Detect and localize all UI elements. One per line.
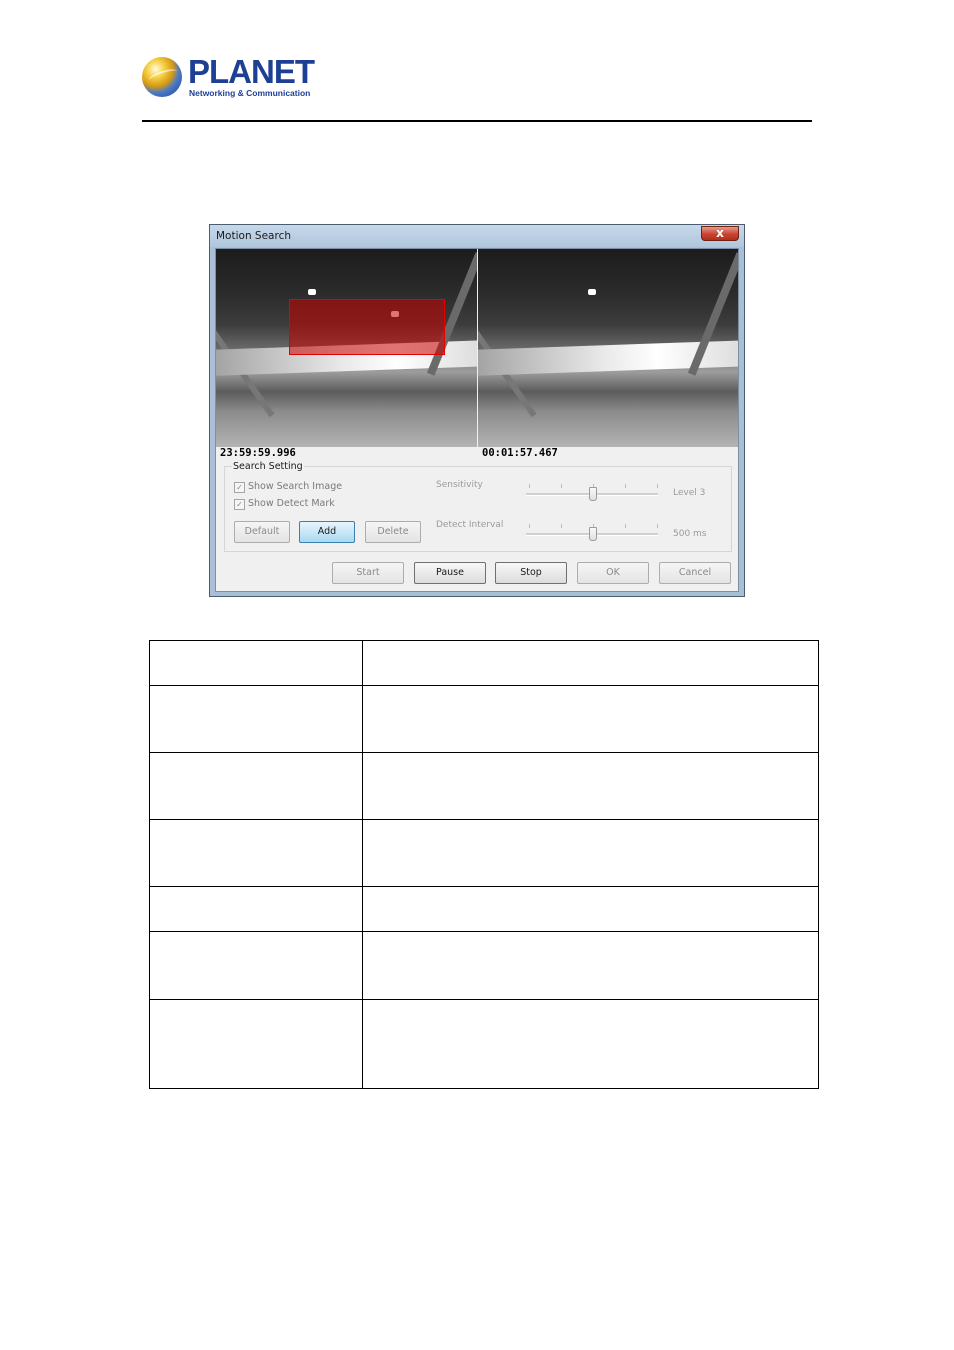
checkmark-icon: ✓: [234, 499, 245, 510]
table-cell-item: [149, 685, 363, 753]
table-cell-item: [149, 752, 363, 820]
table-cell-description: [362, 640, 819, 686]
sensitivity-label: Sensitivity: [436, 480, 483, 490]
table-cell-description: [362, 886, 819, 932]
search-region-box[interactable]: [289, 299, 445, 355]
window-client-area: 23:59:59.996 00:01:57.467 Search Setting…: [215, 248, 739, 592]
sensitivity-value: Level 3: [673, 488, 706, 498]
globe-icon: [142, 57, 182, 97]
detect-interval-label: Detect Interval: [436, 520, 504, 530]
table-cell-item: [149, 819, 363, 887]
table-cell-description: [362, 999, 819, 1089]
sensitivity-slider-thumb[interactable]: [589, 487, 597, 501]
search-image-timestamp: 23:59:59.996: [220, 447, 296, 459]
stop-button[interactable]: Stop: [495, 562, 567, 584]
brand-tagline: Networking & Communication: [189, 88, 311, 98]
table-row: [149, 819, 819, 887]
table-cell-item: [149, 999, 363, 1089]
current-image-timestamp: 00:01:57.467: [482, 447, 558, 459]
table-cell-description: [362, 685, 819, 753]
search-image-view[interactable]: [216, 249, 477, 447]
table-row: [149, 640, 819, 686]
pause-button[interactable]: Pause: [414, 562, 486, 584]
header-divider: [142, 120, 812, 122]
table-row: [149, 886, 819, 932]
title-bar[interactable]: Motion Search x: [210, 225, 744, 247]
checkmark-icon: ✓: [234, 482, 245, 493]
table-row: [149, 685, 819, 753]
add-button[interactable]: Add: [299, 521, 355, 543]
table-cell-item: [149, 886, 363, 932]
table-row: [149, 999, 819, 1089]
ok-button[interactable]: OK: [577, 562, 649, 584]
close-button[interactable]: x: [701, 226, 739, 241]
default-button[interactable]: Default: [234, 521, 290, 543]
show-detect-mark-checkbox[interactable]: ✓ Show Detect Mark: [234, 498, 335, 510]
table-cell-item: [149, 931, 363, 1000]
table-cell-description: [362, 931, 819, 1000]
table-cell-item: [149, 640, 363, 686]
cancel-button[interactable]: Cancel: [659, 562, 731, 584]
close-icon: x: [716, 226, 724, 240]
detect-interval-slider-thumb[interactable]: [589, 527, 597, 541]
table-cell-description: [362, 819, 819, 887]
table-row: [149, 752, 819, 820]
description-table: [149, 640, 819, 1089]
table-row: [149, 931, 819, 1000]
table-cell-description: [362, 752, 819, 820]
show-detect-mark-label: Show Detect Mark: [248, 498, 335, 509]
detect-interval-value: 500 ms: [673, 529, 707, 539]
current-image-view: [478, 249, 738, 447]
show-search-image-checkbox[interactable]: ✓ Show Search Image: [234, 481, 342, 493]
start-button[interactable]: Start: [332, 562, 404, 584]
search-setting-title: Search Setting: [232, 461, 304, 472]
delete-button[interactable]: Delete: [365, 521, 421, 543]
window-title: Motion Search: [216, 230, 292, 242]
camera-frame: [478, 249, 738, 447]
motion-search-window: Motion Search x 23:59:59.996 00:01:57.46…: [209, 224, 745, 597]
brand-name: PLANET: [188, 53, 315, 90]
planet-logo: PLANET Networking & Communication: [142, 55, 315, 101]
show-search-image-label: Show Search Image: [248, 481, 343, 492]
